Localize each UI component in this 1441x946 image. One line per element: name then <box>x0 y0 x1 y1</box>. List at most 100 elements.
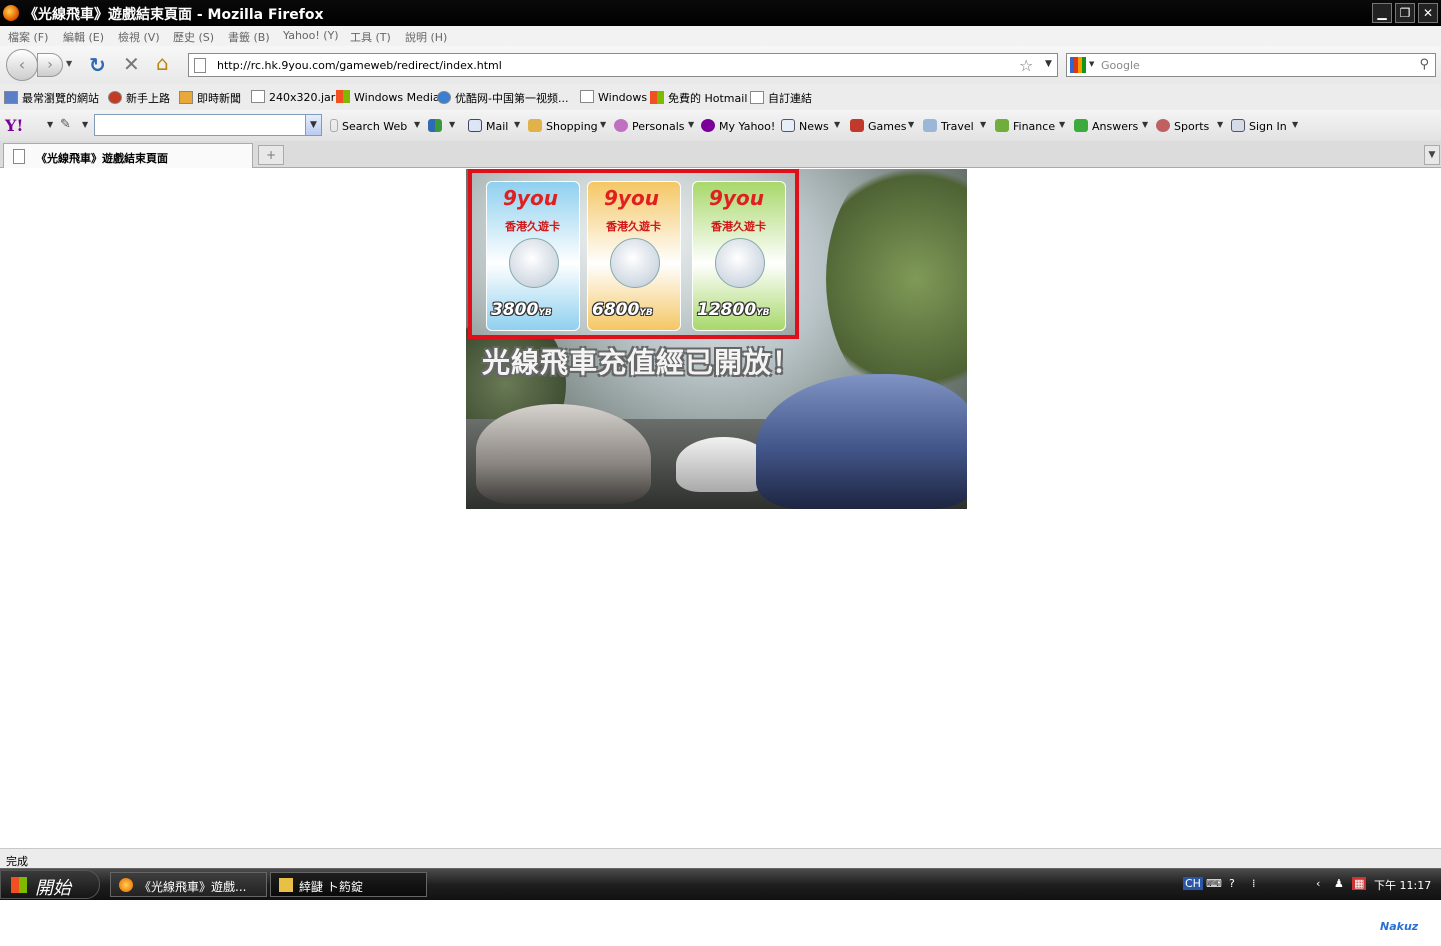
calendar-icon[interactable]: ▦ <box>1352 877 1367 890</box>
status-bar: 完成 <box>0 848 1441 868</box>
yahoo-logo[interactable]: Y! <box>5 116 23 135</box>
windows-icon <box>336 90 350 103</box>
stop-icon[interactable]: ✕ <box>123 52 140 76</box>
yahoo-sign-in[interactable]: Sign In <box>1231 119 1287 133</box>
bookmark-news[interactable]: 即時新聞 <box>179 90 241 106</box>
start-button[interactable]: 開始 <box>0 870 100 899</box>
prepaid-card[interactable]: 9you 香港久遊卡 3800YB <box>486 181 580 331</box>
forward-button[interactable]: › <box>37 53 63 77</box>
shopping-caret-icon[interactable]: ▼ <box>600 120 606 129</box>
yahoo-personals[interactable]: Personals <box>614 119 685 133</box>
bookmark-star-icon[interactable]: ☆ <box>1019 56 1033 75</box>
travel-caret-icon[interactable]: ▼ <box>980 120 986 129</box>
games-caret-icon[interactable]: ▼ <box>908 120 914 129</box>
yahoo-mail[interactable]: Mail <box>468 119 508 133</box>
history-dropdown-icon[interactable]: ▼ <box>66 59 72 68</box>
yahoo-finance[interactable]: Finance <box>995 119 1055 133</box>
answers-caret-icon[interactable]: ▼ <box>1142 120 1148 129</box>
bookmarks-toolbar: 最常瀏覽的網站 新手上路 即時新聞 240x320.jar Windows Me… <box>0 84 1441 110</box>
yahoo-news[interactable]: News <box>781 119 829 133</box>
menu-history[interactable]: 歷史 (S) <box>173 29 214 45</box>
url-dropdown-icon[interactable]: ▼ <box>1045 59 1052 69</box>
pen-icon[interactable]: ⁞ <box>1252 877 1256 890</box>
shield-caret-icon[interactable]: ▼ <box>449 120 455 129</box>
yahoo-my-yahoo[interactable]: My Yahoo! <box>701 119 775 133</box>
banner-headline: 光線飛車充值經已開放！ <box>482 346 802 379</box>
finance-caret-icon[interactable]: ▼ <box>1059 120 1065 129</box>
yahoo-sports[interactable]: Sports <box>1156 119 1209 133</box>
personals-caret-icon[interactable]: ▼ <box>688 120 694 129</box>
menu-help[interactable]: 說明 (H) <box>405 29 447 45</box>
restore-button[interactable]: ❐ <box>1395 3 1415 23</box>
help-icon[interactable]: ? <box>1229 877 1235 890</box>
yahoo-shield[interactable] <box>428 119 446 133</box>
menu-view[interactable]: 檢視 (V) <box>118 29 160 45</box>
yahoo-search-dropdown-icon[interactable]: ▼ <box>305 115 321 135</box>
bookmark-jar[interactable]: 240x320.jar <box>251 90 335 104</box>
prepaid-card[interactable]: 9you 香港久遊卡 6800YB <box>587 181 681 331</box>
taskbar-item-folder[interactable]: 緈疀 ト箹錠 <box>270 872 427 897</box>
new-tab-button[interactable]: + <box>258 145 284 165</box>
yahoo-travel[interactable]: Travel <box>923 119 974 133</box>
windows-icon <box>650 91 664 104</box>
menu-edit[interactable]: 編輯 (E) <box>63 29 104 45</box>
sports-caret-icon[interactable]: ▼ <box>1217 120 1223 129</box>
search-box[interactable]: ▼ Google ⚲ <box>1066 53 1436 77</box>
url-text[interactable]: http://rc.hk.9you.com/gameweb/redirect/i… <box>217 59 502 72</box>
menu-file[interactable]: 檔案 (F) <box>8 29 48 45</box>
mail-caret-icon[interactable]: ▼ <box>514 120 520 129</box>
bookmark-windows[interactable]: Windows <box>580 90 647 104</box>
window-titlebar: 《光線飛車》遊戲結束頁面 - Mozilla Firefox ▁ ❐ ✕ <box>0 0 1441 26</box>
menu-tools[interactable]: 工具 (T) <box>350 29 391 45</box>
pencil-caret-icon[interactable]: ▼ <box>82 120 88 129</box>
yahoo-games[interactable]: Games <box>850 119 906 133</box>
hearts-icon <box>614 119 628 132</box>
page-icon <box>194 58 206 73</box>
search-web-caret-icon[interactable]: ▼ <box>414 120 420 129</box>
bookmark-getting-started[interactable]: 新手上路 <box>108 90 170 106</box>
language-indicator[interactable]: CH <box>1183 877 1203 890</box>
taskbar-item-firefox[interactable]: 《光線飛車》遊戲... <box>110 872 267 897</box>
search-placeholder: Google <box>1101 59 1140 72</box>
page-icon <box>251 90 265 103</box>
menu-yahoo[interactable]: Yahoo! (Y) <box>283 29 339 42</box>
watermark-logo: Nakuz <box>1380 920 1419 933</box>
tab-list-button[interactable]: ▼ <box>1424 145 1440 165</box>
shield-icon <box>428 119 442 132</box>
home-icon[interactable]: ⌂ <box>156 51 169 75</box>
yahoo-answers[interactable]: Answers <box>1074 119 1138 133</box>
yahoo-search-web[interactable]: Search Web <box>330 119 407 133</box>
keyboard-icon[interactable]: ⌨ <box>1206 877 1222 890</box>
url-bar[interactable]: http://rc.hk.9you.com/gameweb/redirect/i… <box>188 53 1058 77</box>
search-icon[interactable]: ⚲ <box>1419 57 1429 72</box>
tray-expand-icon[interactable]: ‹ <box>1316 877 1320 890</box>
yahoo-shopping[interactable]: Shopping <box>528 119 598 133</box>
bookmark-youku[interactable]: 优酷网-中国第一视频... <box>437 90 568 106</box>
close-window-button[interactable]: ✕ <box>1418 3 1438 23</box>
back-button[interactable]: ‹ <box>6 49 38 81</box>
card-name: 香港久遊卡 <box>606 220 661 233</box>
taskbar-clock[interactable]: 下午 11:17 <box>1374 877 1431 893</box>
pencil-icon[interactable]: ✎ <box>60 117 71 132</box>
yahoo-search-input[interactable]: ▼ <box>94 114 322 136</box>
game-banner[interactable]: 9you 香港久遊卡 3800YB 9you 香港久遊卡 6800YB 9you… <box>466 169 967 509</box>
news-caret-icon[interactable]: ▼ <box>834 120 840 129</box>
reload-icon[interactable]: ↻ <box>89 53 106 77</box>
bookmark-most-visited[interactable]: 最常瀏覽的網站 <box>4 90 99 106</box>
qq-icon[interactable]: ♟ <box>1334 877 1344 890</box>
page-icon <box>580 90 594 103</box>
tab-active[interactable]: 《光線飛車》遊戲結束頁面 <box>3 143 253 168</box>
minimize-button[interactable]: ▁ <box>1372 3 1392 23</box>
bookmark-windows-media[interactable]: Windows Media <box>336 90 440 104</box>
prepaid-card[interactable]: 9you 香港久遊卡 12800YB <box>692 181 786 331</box>
google-engine-icon[interactable] <box>1070 57 1086 73</box>
folder-icon <box>279 878 293 892</box>
mail-icon <box>468 119 482 132</box>
bookmark-hotmail[interactable]: 免費的 Hotmail <box>650 90 747 106</box>
menu-bookmarks[interactable]: 書籤 (B) <box>228 29 270 45</box>
engine-dropdown-icon[interactable]: ▼ <box>1089 60 1094 68</box>
sign-in-caret-icon[interactable]: ▼ <box>1292 120 1298 129</box>
yahoo-menu-caret-icon[interactable]: ▼ <box>47 120 53 129</box>
bookmark-custom-links[interactable]: 自訂連結 <box>750 90 812 106</box>
answers-icon <box>1074 119 1088 132</box>
